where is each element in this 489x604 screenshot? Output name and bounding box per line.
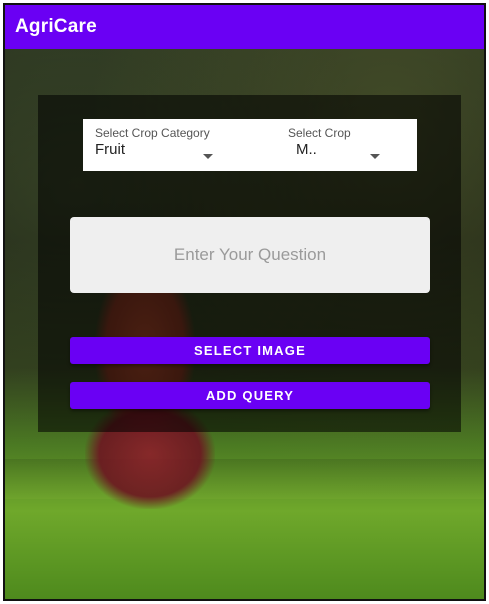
phone-screen: AgriCare Select Crop Category Fruit Sele… (3, 3, 486, 601)
crop-spinner[interactable]: Select Crop M.. (288, 126, 408, 159)
crop-value: M.. (296, 141, 317, 158)
question-input[interactable] (70, 217, 430, 293)
crop-label: Select Crop (288, 126, 351, 140)
crop-category-spinner[interactable]: Select Crop Category Fruit (95, 126, 285, 159)
grass-field (5, 459, 484, 499)
select-image-button[interactable]: SELECT IMAGE (70, 337, 430, 364)
app-title: AgriCare (15, 16, 97, 37)
crop-category-label: Select Crop Category (95, 126, 210, 140)
crop-category-value: Fruit (95, 141, 125, 158)
chevron-down-icon (203, 154, 213, 159)
background-photo: Select Crop Category Fruit Select Crop M… (5, 49, 484, 599)
chevron-down-icon (370, 154, 380, 159)
crop-selector-card: Select Crop Category Fruit Select Crop M… (83, 119, 417, 171)
add-query-button[interactable]: ADD QUERY (70, 382, 430, 409)
app-bar: AgriCare (5, 5, 484, 49)
